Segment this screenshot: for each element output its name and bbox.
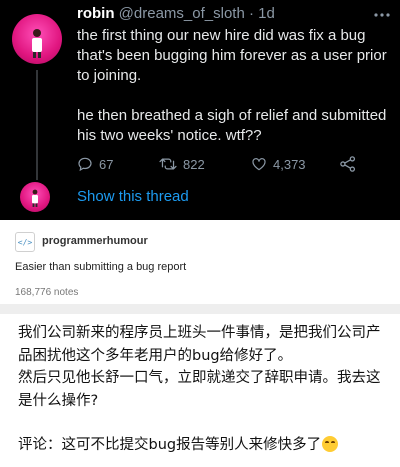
tweet-header: robin @dreams_of_sloth · 1d: [77, 5, 275, 22]
user-handle[interactable]: @dreams_of_sloth: [119, 5, 245, 22]
thread-avatar[interactable]: [20, 182, 50, 212]
post-username[interactable]: programmerhumour: [42, 235, 148, 247]
tweet-paragraph-1: the first thing our new hire did was fix…: [77, 27, 387, 84]
share-icon: [340, 156, 356, 172]
like-count: 4,373: [273, 156, 306, 172]
section-divider: [0, 304, 400, 314]
tweet-body: the first thing our new hire did was fix…: [77, 26, 387, 146]
reblog-post: </> programmerhumour Easier than submitt…: [0, 220, 400, 304]
tweet-card[interactable]: robin @dreams_of_sloth · 1d the first th…: [0, 0, 400, 220]
tweet-timestamp[interactable]: 1d: [258, 5, 275, 22]
show-thread-link[interactable]: Show this thread: [77, 188, 189, 205]
heart-icon: [252, 158, 266, 171]
tweet-actions: 67 822 4,373: [77, 153, 367, 175]
like-button[interactable]: 4,373: [251, 153, 306, 175]
reply-count: 67: [99, 156, 114, 172]
post-notes-count[interactable]: 168,776 notes: [15, 287, 78, 298]
caption-line-1: 我们公司新来的程序员上班头一件事情，是把我们公司产品困扰他这个多年老用户的bug…: [18, 325, 381, 364]
post-text: Easier than submitting a bug report: [15, 261, 187, 273]
share-button[interactable]: [339, 153, 363, 175]
avatar-figure-icon: [32, 189, 38, 207]
separator-dot: ·: [248, 5, 254, 22]
display-name[interactable]: robin: [77, 5, 115, 22]
code-brackets-icon[interactable]: </>: [15, 232, 35, 252]
user-avatar[interactable]: [12, 14, 62, 64]
reply-button[interactable]: 67: [77, 153, 113, 175]
tweet-paragraph-2: he then breathed a sigh of relief and su…: [77, 107, 387, 144]
thread-connector-line: [36, 70, 38, 180]
sweat-grin-emoji-icon: [322, 436, 339, 452]
retweet-button[interactable]: 822: [159, 153, 205, 175]
avatar-figure-icon: [32, 29, 42, 58]
more-options-icon[interactable]: [372, 8, 392, 22]
caption-line-2: 然后只见他长舒一口气，立即就递交了辞职申请。我去这是什么操作?: [18, 370, 381, 409]
reply-icon: [78, 157, 92, 172]
retweet-icon: [159, 158, 177, 170]
caption-comment: 评论：这可不比提交bug报告等别人来修快多了: [18, 437, 322, 453]
caption-comment-row: 评论：这可不比提交bug报告等别人来修快多了: [18, 434, 388, 457]
retweet-count: 822: [183, 156, 205, 172]
chinese-caption: 我们公司新来的程序员上班头一件事情，是把我们公司产品困扰他这个多年老用户的bug…: [18, 322, 388, 457]
